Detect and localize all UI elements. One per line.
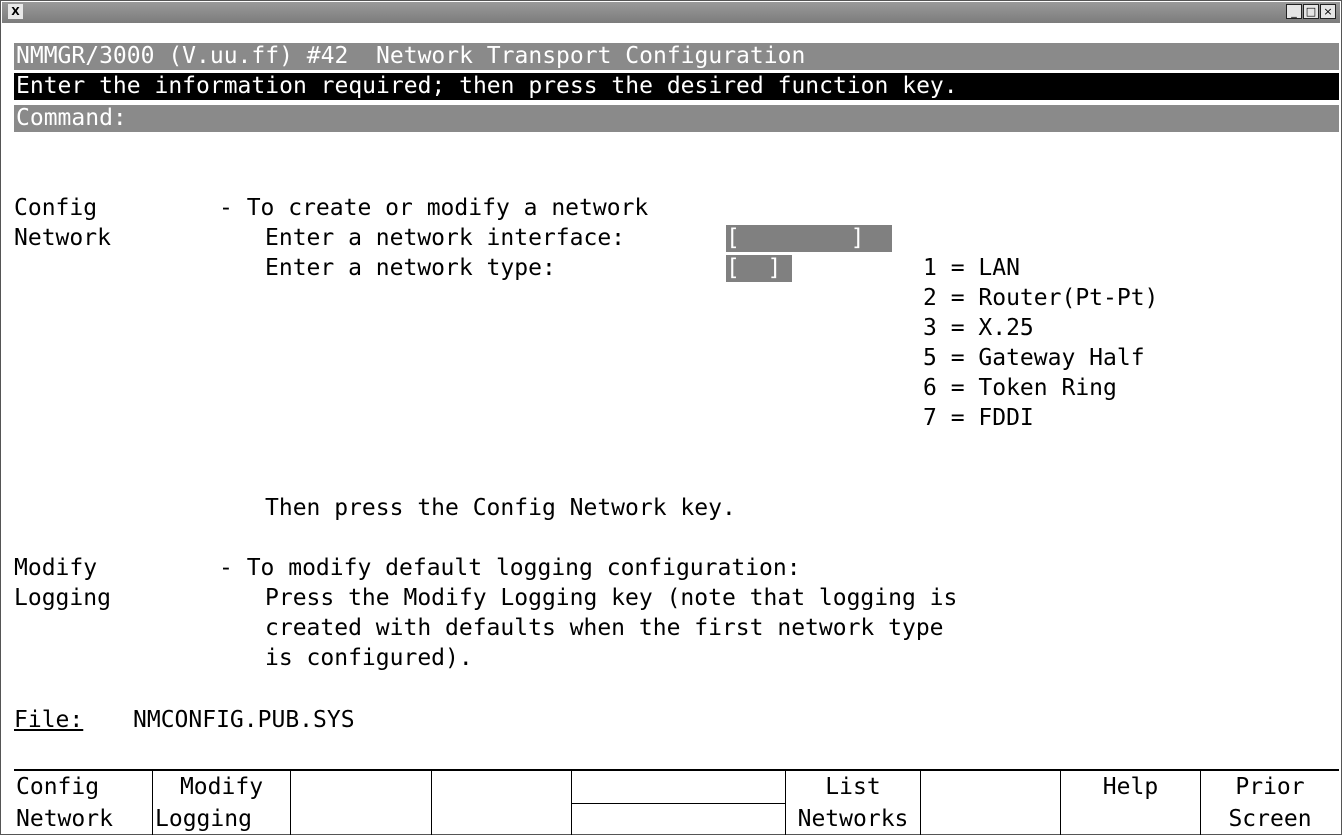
config-network-key[interactable]: Config Network	[14, 771, 152, 835]
config-label-2: Network	[14, 225, 111, 251]
function-key-bar: Config Network Modify Logging List Netwo…	[14, 769, 1339, 835]
command-label: Command:	[16, 105, 127, 131]
function-key-4[interactable]	[431, 771, 571, 835]
type-option: 6 = Token Ring	[923, 375, 1117, 401]
config-description: - To create or modify a network	[219, 195, 649, 221]
maximize-icon[interactable]: □	[1303, 4, 1319, 19]
help-key[interactable]: Help	[1060, 771, 1200, 835]
type-prompt: Enter a network type:	[265, 255, 556, 281]
network-interface-input[interactable]: [ ]	[726, 225, 892, 252]
logging-description: - To modify default logging configuratio…	[219, 555, 801, 581]
function-key-3[interactable]	[290, 771, 431, 835]
type-option: 1 = LAN	[923, 255, 1020, 281]
logging-line-3: is configured).	[265, 645, 473, 671]
modify-logging-key[interactable]: Modify Logging	[152, 771, 290, 835]
function-key-5[interactable]	[571, 771, 785, 835]
type-option: 3 = X.25	[923, 315, 1034, 341]
type-option: 7 = FDDI	[923, 405, 1034, 431]
config-label-1: Config	[14, 195, 98, 221]
x-logo-icon: X	[8, 4, 23, 19]
file-name: NMCONFIG.PUB.SYS	[133, 707, 355, 733]
logging-line-1: Press the Modify Logging key (note that …	[265, 585, 958, 611]
logging-line-2: created with defaults when the first net…	[265, 615, 944, 641]
minimize-icon[interactable]: _	[1286, 4, 1302, 19]
instruction-line: Enter the information required; then pre…	[14, 73, 1339, 100]
function-key-7[interactable]	[920, 771, 1060, 835]
logging-label-1: Modify	[14, 555, 98, 581]
command-line[interactable]: Command:	[14, 105, 1339, 132]
config-then-text: Then press the Config Network key.	[265, 495, 736, 521]
logging-label-2: Logging	[14, 585, 111, 611]
type-option: 2 = Router(Pt-Pt)	[923, 285, 1159, 311]
title-line: NMMGR/3000 (V.uu.ff) #42 Network Transpo…	[14, 43, 1339, 70]
prior-screen-key[interactable]: Prior Screen	[1200, 771, 1339, 835]
instruction-text: Enter the information required; then pre…	[16, 73, 958, 99]
title-bar[interactable]: X _ □ ×	[2, 2, 1340, 23]
network-type-input[interactable]: [ ]	[726, 255, 792, 282]
window-controls: _ □ ×	[1285, 4, 1336, 19]
close-icon[interactable]: ×	[1320, 4, 1336, 19]
screen-title: NMMGR/3000 (V.uu.ff) #42 Network Transpo…	[16, 43, 806, 69]
file-label: File:	[14, 707, 84, 733]
interface-prompt: Enter a network interface:	[265, 225, 626, 251]
list-networks-key[interactable]: List Networks	[785, 771, 920, 835]
type-option: 5 = Gateway Half	[923, 345, 1145, 371]
terminal-window: X _ □ × NMMGR/3000 (V.uu.ff) #42 Network…	[0, 0, 1342, 835]
